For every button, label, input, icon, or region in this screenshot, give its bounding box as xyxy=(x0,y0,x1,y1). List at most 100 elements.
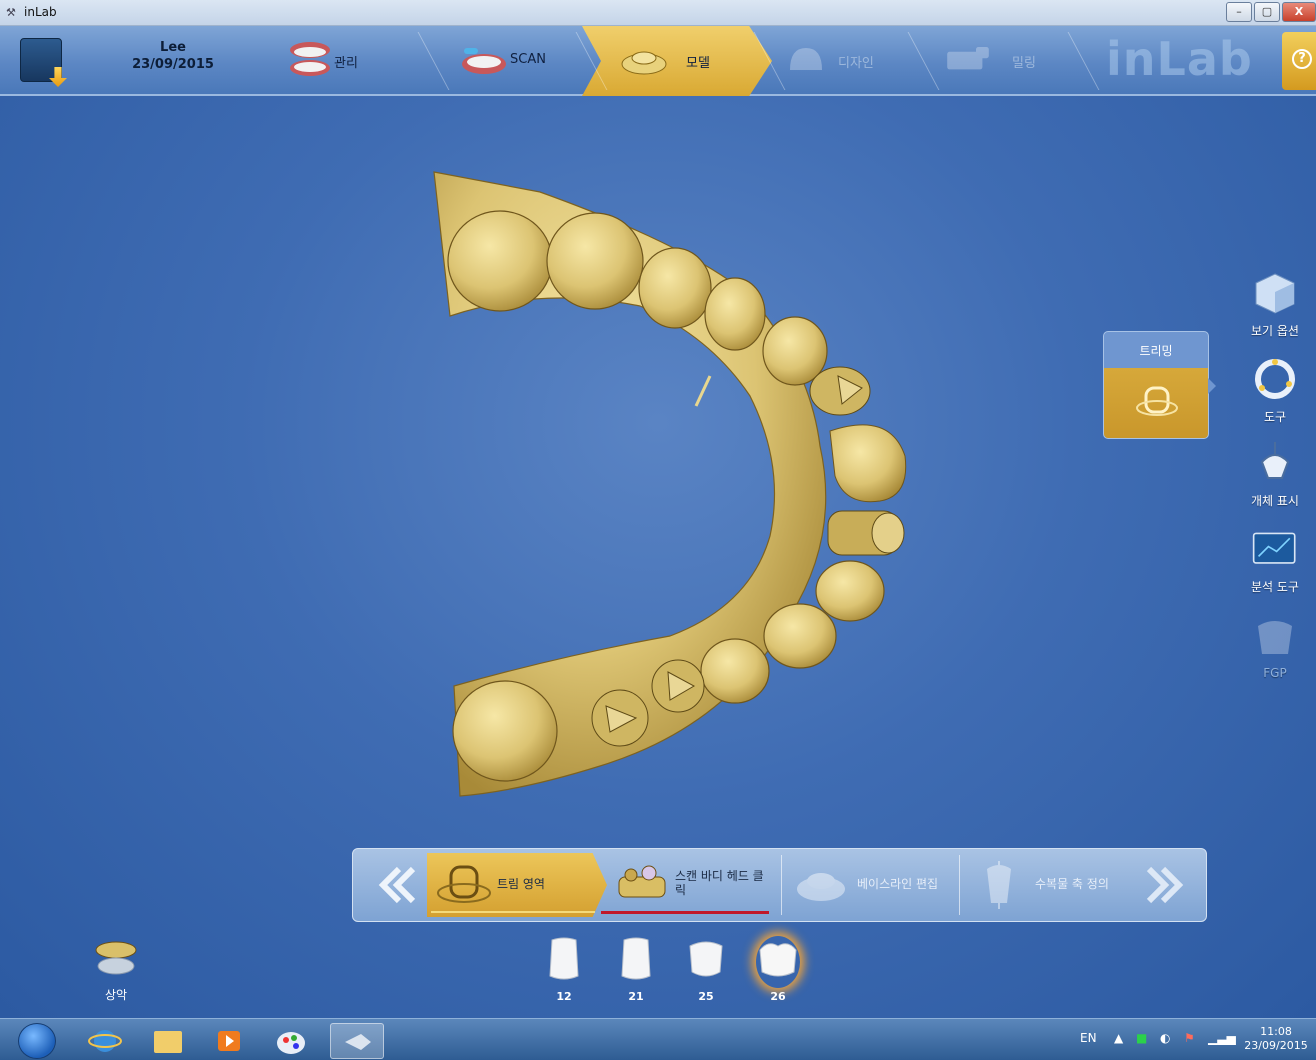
window-titlebar: ⚒ inLab – ▢ X xyxy=(0,0,1316,26)
substep-edit-baseline: 베이스라인 편집 xyxy=(789,853,959,917)
object-display-tool[interactable]: 개체 표시 xyxy=(1240,440,1310,509)
substep-define-axis: 수복물 축 정의 xyxy=(967,853,1137,917)
scan-body-middle[interactable] xyxy=(827,510,905,556)
substep-label: 트림 영역 xyxy=(497,877,545,891)
upper-jaw-icon xyxy=(95,941,137,975)
baseline-icon xyxy=(797,873,845,901)
scan-jaw-icon xyxy=(462,48,506,74)
jaw-label: 상악 xyxy=(104,988,128,1002)
workflow-bar: Lee 23/09/2015 관리 SCAN 모델 디자인 밀링 inLab ? xyxy=(0,26,1316,96)
crown-design-icon xyxy=(790,48,822,70)
tooth-number: 25 xyxy=(698,990,714,1003)
action-center-icon[interactable]: ⚑ xyxy=(1184,1031,1195,1045)
clock-date: 23/09/2015 xyxy=(1244,1039,1308,1052)
scanbody-click-icon xyxy=(618,865,666,898)
internet-explorer-icon xyxy=(88,1030,122,1052)
language-indicator[interactable]: EN xyxy=(1080,1031,1097,1045)
network-status-icon[interactable]: ■ xyxy=(1136,1031,1147,1045)
tool-label: FGP xyxy=(1263,666,1287,680)
double-chevron-left-icon xyxy=(378,866,416,904)
substep-trim-area[interactable]: 트림 영역 xyxy=(431,853,601,917)
trimming-panel-title: 트리밍 xyxy=(1139,344,1173,358)
trimming-panel-pointer xyxy=(1208,378,1216,394)
view-options-tool[interactable]: 보기 옵션 xyxy=(1240,270,1310,339)
workflow-step-model[interactable]: 모델 xyxy=(620,26,760,96)
app-icon: ⚒ xyxy=(6,6,16,19)
workflow-step-admin[interactable]: 관리 xyxy=(282,26,422,96)
scan-body-upper[interactable] xyxy=(809,366,871,416)
window-title: inLab xyxy=(24,5,57,19)
tooth-selector-21[interactable]: 21 xyxy=(614,936,658,1003)
taskbar: EN ▲ ■ ◐ ⚑ ▁▃▅ 11:08 23/09/2015 xyxy=(0,1018,1316,1060)
paint-icon xyxy=(277,1032,305,1054)
molar-icon xyxy=(759,943,797,977)
show-hidden-icons[interactable]: ▲ xyxy=(1114,1031,1123,1045)
prepared-tooth xyxy=(829,424,907,503)
scan-artifact xyxy=(694,375,712,407)
trim-tool-icon xyxy=(1136,386,1178,416)
ring-tools-icon xyxy=(1255,359,1295,399)
scan-body-lower-2[interactable] xyxy=(591,689,649,747)
help-button[interactable]: ? xyxy=(1282,32,1316,90)
system-clock[interactable]: 11:08 23/09/2015 xyxy=(1236,1025,1316,1053)
workflow-step-label: 밀링 xyxy=(1012,56,1036,71)
lamp-icon xyxy=(1260,442,1290,479)
substep-label: 수복물 축 정의 xyxy=(1035,877,1109,891)
incisor-icon xyxy=(549,937,579,980)
tooth-number: 21 xyxy=(628,990,644,1003)
axis-tooth-icon xyxy=(987,861,1011,909)
trimming-panel[interactable]: 트리밍 xyxy=(1103,331,1216,439)
tooth-selector-12[interactable]: 12 xyxy=(542,936,586,1003)
tooth-selector-26[interactable]: 26 xyxy=(756,936,800,1003)
jaw-open-icon xyxy=(290,42,330,76)
tools-tool[interactable]: 도구 xyxy=(1240,356,1310,425)
workflow-step-label: 관리 xyxy=(334,56,358,71)
substep-divider xyxy=(781,855,782,915)
taskbar-media-player[interactable] xyxy=(202,1023,256,1059)
app-main: Lee 23/09/2015 관리 SCAN 모델 디자인 밀링 inLab ?… xyxy=(0,26,1316,1018)
signal-icon[interactable]: ▁▃▅ xyxy=(1208,1031,1236,1045)
clock-time: 11:08 xyxy=(1260,1025,1292,1038)
premolar-icon xyxy=(689,941,723,977)
next-step-button[interactable] xyxy=(1135,855,1203,915)
incisor-icon xyxy=(621,937,651,980)
substep-divider xyxy=(959,855,960,915)
substep-label: 스캔 바디 헤드 클릭 xyxy=(675,869,764,897)
trim-area-icon xyxy=(437,865,491,903)
milling-machine-icon xyxy=(947,47,989,70)
minimize-button[interactable]: – xyxy=(1226,2,1252,22)
patient-name: Lee xyxy=(160,40,186,55)
workflow-step-milling: 밀링 xyxy=(944,26,1074,96)
start-button[interactable] xyxy=(18,1023,56,1059)
workflow-step-scan[interactable]: SCAN xyxy=(460,26,600,96)
double-chevron-right-icon xyxy=(1146,866,1184,904)
tool-label: 보기 옵션 xyxy=(1251,324,1299,338)
upper-jaw-selector[interactable]: 상악 xyxy=(88,936,144,1003)
monitor-chart-icon xyxy=(1252,532,1296,564)
workflow-step-design: 디자인 xyxy=(782,26,912,96)
substep-click-scanbody-head[interactable]: 스캔 바디 헤드 클릭 xyxy=(613,853,773,917)
volume-icon[interactable]: ◐ xyxy=(1160,1031,1170,1045)
taskbar-inlab[interactable] xyxy=(330,1023,384,1059)
fgp-icon xyxy=(1258,621,1292,654)
close-button[interactable]: X xyxy=(1282,2,1316,22)
patient-folder-icon[interactable] xyxy=(20,38,62,82)
step-bar: 트림 영역 스캔 바디 헤드 클릭 베이스라인 편집 수복물 축 정의 xyxy=(352,848,1207,922)
model-icon xyxy=(621,51,667,75)
taskbar-paint[interactable] xyxy=(264,1023,318,1059)
fgp-tool: FGP xyxy=(1240,614,1310,680)
substep-label: 베이스라인 편집 xyxy=(857,877,939,891)
scan-body-lower-1[interactable] xyxy=(651,659,705,713)
tooth-number: 12 xyxy=(556,990,572,1003)
maximize-button[interactable]: ▢ xyxy=(1254,2,1280,22)
tooth-selector-25[interactable]: 25 xyxy=(684,936,728,1003)
workflow-step-label: 디자인 xyxy=(838,56,874,71)
taskbar-explorer[interactable] xyxy=(140,1023,194,1059)
tooth-number: 26 xyxy=(770,990,786,1003)
cube-icon xyxy=(1255,273,1295,314)
taskbar-ie[interactable] xyxy=(78,1023,132,1059)
media-player-icon xyxy=(218,1031,240,1051)
analysis-tools-tool[interactable]: 분석 도구 xyxy=(1240,526,1310,595)
previous-step-button[interactable] xyxy=(359,855,427,915)
dental-arch-model[interactable] xyxy=(390,166,950,826)
